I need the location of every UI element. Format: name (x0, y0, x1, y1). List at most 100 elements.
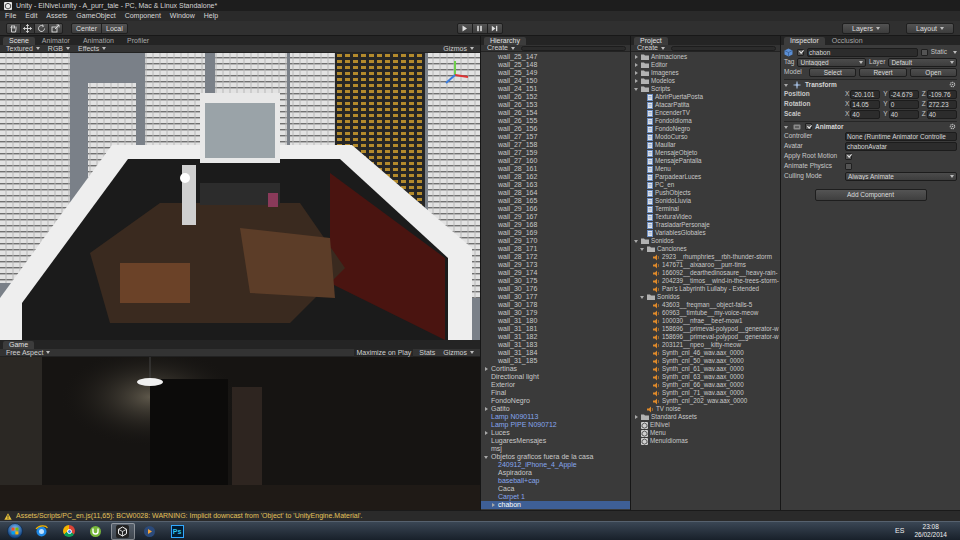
tree-row[interactable]: msj (481, 445, 630, 453)
tree-row[interactable]: wall_28_172 (481, 253, 630, 261)
rotate-tool[interactable] (34, 23, 49, 34)
tree-row[interactable]: Synth_cnl_46_wav.aax_0000 (631, 349, 780, 357)
scale-tool[interactable] (48, 23, 63, 34)
tree-row[interactable]: baseball+cap (481, 477, 630, 485)
search-field[interactable] (521, 46, 626, 51)
tree-row[interactable]: VariablesGlobales (631, 229, 780, 237)
status-bar[interactable]: Assets/Scripts/PC_en.js(11,65): BCW0028:… (0, 510, 960, 521)
tree-row[interactable]: wall_25_147 (481, 53, 630, 61)
create-dropdown[interactable]: Create (485, 44, 517, 52)
fold-arrow-icon[interactable] (484, 366, 490, 372)
taskbar-app-button[interactable]: Ps (165, 523, 189, 540)
tree-row[interactable]: wall_28_171 (481, 245, 630, 253)
tree-row[interactable]: AtacarPatita (631, 101, 780, 109)
taskbar-app-button[interactable] (57, 523, 81, 540)
tree-row[interactable]: Sonidos (631, 237, 780, 245)
model-select-button[interactable]: Select (809, 68, 856, 77)
space-button[interactable]: Local (101, 23, 128, 34)
tree-row[interactable]: LugaresMensajes (481, 437, 630, 445)
static-checkbox[interactable] (921, 49, 928, 56)
fold-arrow-icon[interactable] (634, 78, 640, 84)
tree-row[interactable]: wall_26_156 (481, 125, 630, 133)
tree-row[interactable]: PushObjects (631, 189, 780, 197)
scene-tab[interactable]: Animation (77, 37, 120, 45)
tree-row[interactable]: wall_30_178 (481, 301, 630, 309)
project-tab[interactable]: Project (634, 37, 668, 45)
tree-row[interactable]: Synth_cnl_63_wav.aax_0000 (631, 373, 780, 381)
component-header[interactable]: Transform (784, 79, 957, 89)
tree-row[interactable]: wall_28_163 (481, 181, 630, 189)
axis-value-field[interactable]: 14.05 (850, 100, 880, 109)
inspector-tab[interactable]: Inspector (784, 37, 825, 45)
aspect-dropdown[interactable]: Free Aspect (4, 349, 52, 357)
tree-row[interactable]: SonidoLluvia (631, 197, 780, 205)
create-dropdown[interactable]: Create (635, 44, 667, 52)
component-header[interactable]: Animator (784, 121, 957, 131)
tree-row[interactable]: wall_26_153 (481, 101, 630, 109)
tree-row[interactable]: wall_27_158 (481, 141, 630, 149)
tree-row[interactable]: Lamp PIPE N090712 (481, 421, 630, 429)
tree-row[interactable]: Aspiradora (481, 469, 630, 477)
tree-row[interactable]: wall_31_183 (481, 341, 630, 349)
hierarchy-tab[interactable]: Hierarchy (484, 37, 526, 45)
tree-row[interactable]: wall_28_164 (481, 189, 630, 197)
tree-row[interactable]: Maullar (631, 141, 780, 149)
tree-row[interactable]: TexturaVideo (631, 213, 780, 221)
scene-control-dropdown[interactable]: Textured (4, 45, 42, 53)
tree-row[interactable]: wall_29_173 (481, 261, 630, 269)
tree-row[interactable]: 100030__nfrae__beef-mow1 (631, 317, 780, 325)
tree-row[interactable]: wall_29_174 (481, 269, 630, 277)
scene-tab[interactable]: Scene (3, 37, 35, 45)
tree-row[interactable]: Terminal (631, 205, 780, 213)
tree-row[interactable]: wall_27_159 (481, 149, 630, 157)
tree-row[interactable]: Menu (631, 165, 780, 173)
tree-row[interactable]: Sonidos (631, 293, 780, 301)
pivot-button[interactable]: Center (71, 23, 102, 34)
move-tool[interactable] (20, 23, 35, 34)
menu-item[interactable]: GameObject (76, 12, 115, 20)
active-checkbox[interactable] (797, 49, 804, 56)
scene-tab[interactable]: Profiler (121, 37, 155, 45)
axis-value-field[interactable]: -20.101 (850, 90, 880, 99)
axis-value-field[interactable]: 40 (850, 110, 880, 119)
taskbar-app-button[interactable] (84, 523, 108, 540)
axis-value-field[interactable]: 40 (889, 110, 919, 119)
maximize-on-play-toggle[interactable]: Maximize on Play (354, 349, 413, 357)
tree-row[interactable]: Directional light (481, 373, 630, 381)
tree-row[interactable]: Objetos graficos fuera de la casa (481, 453, 630, 461)
scene-control-dropdown[interactable]: Effects (76, 45, 108, 53)
start-button[interactable] (3, 523, 27, 540)
tree-row[interactable]: wall_30_179 (481, 309, 630, 317)
fold-arrow-icon[interactable] (484, 454, 490, 460)
fold-arrow-icon[interactable] (634, 62, 640, 68)
axis-value-field[interactable]: 0 (889, 100, 919, 109)
tree-row[interactable]: wall_30_177 (481, 293, 630, 301)
tree-row[interactable]: wall_31_181 (481, 325, 630, 333)
tree-row[interactable]: Cortinas (481, 365, 630, 373)
game-tab[interactable]: Game (3, 341, 34, 349)
fold-arrow-icon[interactable] (634, 238, 640, 244)
tree-row[interactable]: Carpet 1 (481, 493, 630, 501)
tree-row[interactable]: Synth_cnl_61_wav.aax_0000 (631, 365, 780, 373)
fold-arrow-icon[interactable] (634, 414, 640, 420)
tree-row[interactable]: wall_28_165 (481, 197, 630, 205)
tree-row[interactable]: wall_24_150 (481, 77, 630, 85)
layers-dropdown[interactable]: Layers (842, 23, 890, 34)
object-field[interactable]: None (Runtime Animator Controlle (845, 132, 957, 141)
tree-row[interactable]: Gatito (481, 405, 630, 413)
field-dropdown[interactable]: Always Animate (845, 172, 957, 181)
tree-row[interactable]: 158696__primeval-polypod__generator-w (631, 325, 780, 333)
inspector-tab[interactable]: Occlusion (826, 37, 869, 45)
tree-row[interactable]: wall_26_152 (481, 93, 630, 101)
tree-row[interactable]: Imagenes (631, 69, 780, 77)
tree-row[interactable]: Caca (481, 485, 630, 493)
tree-row[interactable]: TV noise (631, 405, 780, 413)
menu-item[interactable]: Help (204, 12, 218, 20)
tree-row[interactable]: Luces (481, 429, 630, 437)
tree-row[interactable]: wall_30_176 (481, 285, 630, 293)
tree-row[interactable]: Editor (631, 61, 780, 69)
tree-row[interactable]: wall_30_175 (481, 277, 630, 285)
menu-item[interactable]: Window (170, 12, 195, 20)
menu-item[interactable]: File (5, 12, 16, 20)
tree-row[interactable]: EncenderTV (631, 109, 780, 117)
